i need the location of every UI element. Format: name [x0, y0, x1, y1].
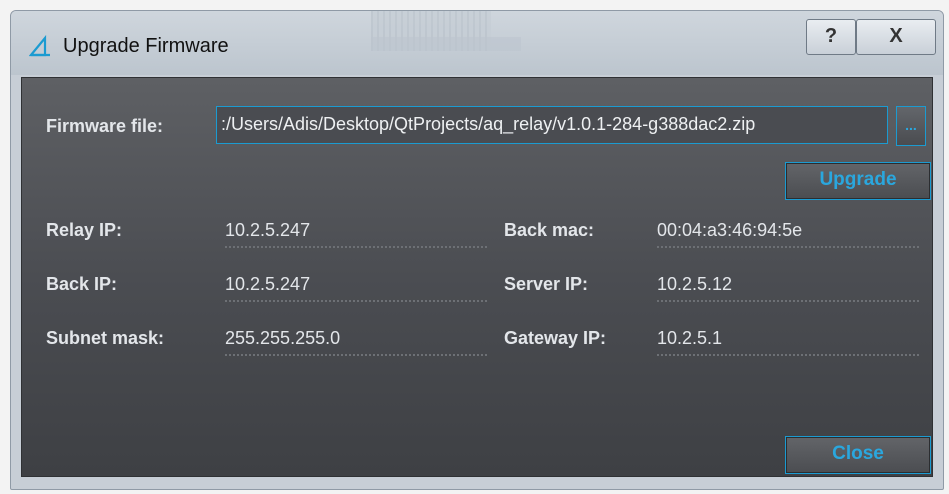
background-ghost [371, 37, 521, 51]
subnet-mask-value: 255.255.255.0 [225, 328, 341, 348]
divider [225, 354, 487, 356]
help-button[interactable]: ? [806, 19, 856, 55]
gateway-ip-value: 10.2.5.1 [657, 328, 723, 348]
back-mac-value: 00:04:a3:46:94:5e [657, 220, 803, 240]
browse-button[interactable]: ... [896, 106, 926, 146]
back-ip-label: Back IP: [46, 274, 118, 294]
relay-ip-label: Relay IP: [46, 220, 123, 240]
divider [657, 246, 919, 248]
firmware-file-input[interactable]: :/Users/Adis/Desktop/QtProjects/aq_relay… [216, 106, 888, 144]
gateway-ip-label: Gateway IP: [504, 328, 607, 348]
divider [657, 354, 919, 356]
subnet-mask-label: Subnet mask: [46, 328, 165, 348]
upgrade-button[interactable]: Upgrade [785, 162, 931, 200]
dialog-content: Firmware file: :/Users/Adis/Desktop/QtPr… [21, 77, 933, 477]
window-close-button[interactable]: X [856, 19, 936, 55]
app-logo-icon [29, 35, 50, 57]
back-mac-label: Back mac: [504, 220, 595, 240]
divider [657, 300, 919, 302]
divider [225, 246, 487, 248]
back-ip-value: 10.2.5.247 [225, 274, 311, 294]
divider [225, 300, 487, 302]
server-ip-value: 10.2.5.12 [657, 274, 733, 294]
server-ip-label: Server IP: [504, 274, 589, 294]
relay-ip-value: 10.2.5.247 [225, 220, 311, 240]
window-title: Upgrade Firmware [63, 35, 229, 57]
upgrade-firmware-dialog: Upgrade Firmware ? X Firmware file: :/Us… [10, 10, 944, 490]
title-bar[interactable]: Upgrade Firmware ? X [11, 11, 943, 75]
firmware-file-label: Firmware file: [46, 116, 164, 136]
close-button[interactable]: Close [785, 436, 931, 474]
